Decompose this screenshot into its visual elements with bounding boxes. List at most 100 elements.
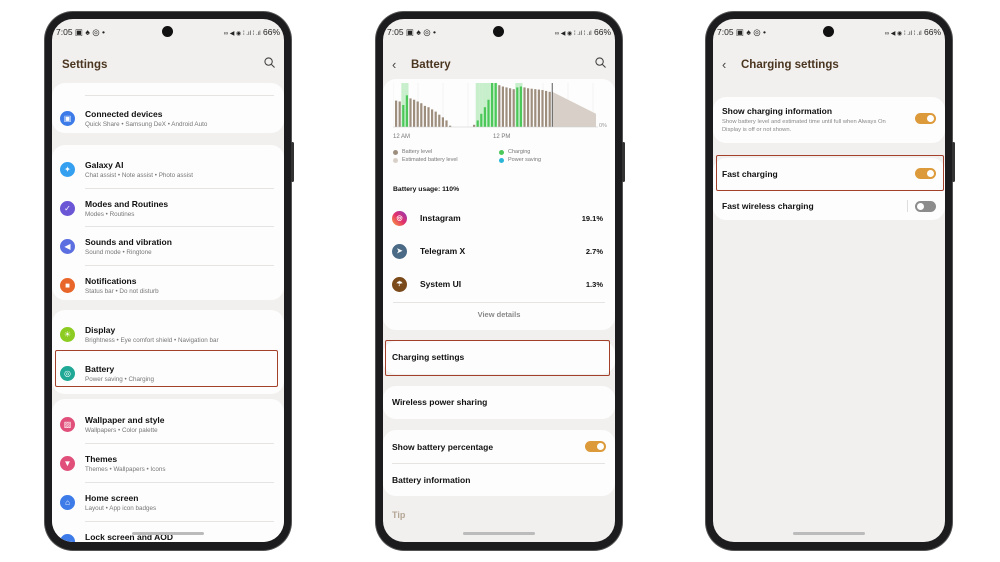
page-title: Battery bbox=[411, 59, 451, 71]
highlight-box bbox=[385, 340, 610, 376]
battery-bar bbox=[431, 109, 434, 127]
wireless-power-sharing-item[interactable]: Wireless power sharing bbox=[383, 386, 615, 419]
legend-estimated: Estimated battery level bbox=[393, 157, 458, 163]
item-label: Sounds and vibration bbox=[85, 237, 172, 247]
notification-icons: ▣ ♠ ◎ • bbox=[735, 26, 766, 37]
battery-percent: 66% bbox=[923, 27, 941, 37]
item-label: Connected devices bbox=[85, 109, 163, 119]
settings-item-themes[interactable]: ▼ Themes Themes • Wallpapers • Icons bbox=[52, 446, 284, 482]
item-label: Display bbox=[85, 325, 116, 335]
chart-x-label: 12 AM bbox=[393, 134, 411, 140]
item-subtitle: Status bar • Do not disturb bbox=[85, 288, 159, 295]
system-ui-icon: ☂ bbox=[392, 276, 407, 292]
settings-item-wallpaper-and-style[interactable]: ▨ Wallpaper and style Wallpapers • Color p… bbox=[52, 407, 284, 443]
show-charging-info-label: Show charging information bbox=[722, 106, 833, 116]
item-label: Themes bbox=[85, 454, 118, 464]
battery-bar bbox=[505, 87, 508, 127]
battery-bar bbox=[498, 85, 501, 127]
system-icons: ∞ ◀ ◉ ⁞ .ıl ⁞ .ıl bbox=[223, 31, 261, 37]
item-subtitle: Quick Share • Samsung DeX • Android Auto bbox=[85, 121, 208, 128]
settings-item-display[interactable]: ☀ Display Brightness • Eye comfort shield … bbox=[52, 317, 284, 353]
app-usage-row[interactable]: ◎ Instagram 19.1% bbox=[392, 208, 603, 228]
battery-bar bbox=[434, 111, 437, 127]
chart-y-label: 0% bbox=[599, 123, 607, 129]
settings-item-galaxy-ai[interactable]: ✦ Galaxy AI Chat assist • Note assist • Ph… bbox=[52, 152, 284, 188]
front-camera bbox=[162, 26, 173, 37]
fast-wireless-toggle[interactable] bbox=[915, 200, 936, 212]
phone-battery: 7:05 ▣ ♠ ◎ • ∞ ◀ ◉ ⁞ .ıl ⁞ .ıl 66% ‹ Batt… bbox=[376, 12, 625, 550]
item-label: Notifications bbox=[85, 276, 137, 286]
fast-wireless-charging-item[interactable]: Fast wireless charging bbox=[722, 200, 936, 212]
settings-item-home-screen[interactable]: ⌂ Home screen Layout • App icon badges bbox=[52, 485, 284, 521]
show-charging-info-item[interactable]: Show charging information Show battery l… bbox=[713, 97, 945, 143]
battery-bar bbox=[473, 124, 476, 127]
front-camera bbox=[823, 26, 834, 37]
battery-bar bbox=[476, 120, 479, 127]
battery-bar bbox=[441, 117, 444, 127]
settings-screen: 7:05 ▣ ♠ ◎ • ∞ ◀ ◉ ⁞ .ıl ⁞ .ıl 66% Settin… bbox=[52, 19, 284, 542]
battery-bar bbox=[527, 88, 530, 127]
item-subtitle: Chat assist • Note assist • Photo assist bbox=[85, 172, 194, 179]
app-usage-row[interactable]: ☂ System UI 1.3% bbox=[392, 274, 603, 294]
app-usage-row[interactable]: ➤ Telegram X 2.7% bbox=[392, 241, 603, 261]
themes-icon: ▼ bbox=[60, 456, 75, 471]
battery-bar bbox=[523, 87, 526, 127]
settings-item-modes-and-routines[interactable]: ✓ Modes and Routines Modes • Routines bbox=[52, 191, 284, 227]
view-details-button[interactable]: View details bbox=[383, 310, 615, 319]
item-label: Wallpaper and style bbox=[85, 415, 165, 425]
chart-x-label: 12 PM bbox=[493, 134, 511, 140]
battery-bar bbox=[409, 98, 412, 127]
battery-bar bbox=[480, 113, 483, 127]
back-icon[interactable]: ‹ bbox=[392, 57, 396, 72]
battery-bar bbox=[512, 89, 515, 127]
page-title: Settings bbox=[62, 59, 108, 71]
home-bar bbox=[132, 532, 204, 535]
highlight-box bbox=[716, 155, 944, 191]
battery-bar bbox=[445, 120, 448, 127]
battery-bar bbox=[398, 101, 401, 127]
sound-icon: ◀ bbox=[60, 239, 75, 254]
item-subtitle: Wallpapers • Color palette bbox=[85, 427, 158, 434]
show-battery-percentage-item[interactable]: Show battery percentage bbox=[392, 441, 606, 452]
settings-item-connected-devices[interactable]: ▣ Connected devices Quick Share • Samsung … bbox=[52, 101, 284, 137]
battery-bar bbox=[537, 89, 540, 127]
search-icon[interactable] bbox=[595, 57, 606, 68]
battery-bar bbox=[530, 88, 533, 127]
battery-bar bbox=[402, 105, 405, 127]
back-icon[interactable]: ‹ bbox=[722, 57, 726, 72]
connected-devices-icon: ▣ bbox=[60, 111, 75, 126]
battery-information-item[interactable]: Battery information bbox=[392, 475, 606, 485]
charging-settings-screen: 7:05 ▣ ♠ ◎ • ∞ ◀ ◉ ⁞ .ıl ⁞ .ıl 66% ‹ Char… bbox=[713, 19, 945, 542]
notifications-icon: ■ bbox=[60, 278, 75, 293]
battery-bar bbox=[516, 87, 519, 127]
battery-bar bbox=[420, 103, 423, 127]
settings-item-notifications[interactable]: ■ Notifications Status bar • Do not distur… bbox=[52, 268, 284, 304]
status-time: 7:05 bbox=[56, 26, 73, 37]
search-icon[interactable] bbox=[264, 57, 275, 68]
battery-bar bbox=[548, 91, 551, 127]
battery-bar bbox=[427, 107, 430, 127]
battery-screen: 7:05 ▣ ♠ ◎ • ∞ ◀ ◉ ⁞ .ıl ⁞ .ıl 66% ‹ Batt… bbox=[383, 19, 615, 542]
show-charging-info-toggle[interactable] bbox=[915, 113, 936, 124]
lock-screen-icon bbox=[60, 534, 75, 542]
battery-bar bbox=[541, 90, 544, 127]
item-subtitle: Modes • Routines bbox=[85, 211, 135, 218]
show-percentage-toggle[interactable] bbox=[585, 441, 606, 452]
battery-chart bbox=[393, 83, 598, 128]
highlight-box bbox=[55, 350, 278, 387]
battery-bar bbox=[519, 86, 522, 127]
item-subtitle: Brightness • Eye comfort shield • Naviga… bbox=[85, 337, 219, 344]
display-icon: ☀ bbox=[60, 327, 75, 342]
settings-item-sounds-and-vibration[interactable]: ◀ Sounds and vibration Sound mode • Ringto… bbox=[52, 229, 284, 265]
battery-bar bbox=[509, 88, 512, 127]
notification-icons: ▣ ♠ ◎ • bbox=[74, 26, 105, 37]
modes-routines-icon: ✓ bbox=[60, 201, 75, 216]
legend-power-saving: Power saving bbox=[499, 157, 541, 163]
battery-bar bbox=[487, 99, 490, 127]
page-title: Charging settings bbox=[741, 59, 839, 71]
battery-bar bbox=[501, 86, 504, 127]
item-label: Galaxy AI bbox=[85, 160, 124, 170]
battery-usage-card: 0% 12 AM 12 PM Battery level Estimated b… bbox=[383, 79, 615, 330]
battery-bar bbox=[491, 83, 494, 127]
battery-bar bbox=[438, 114, 441, 127]
